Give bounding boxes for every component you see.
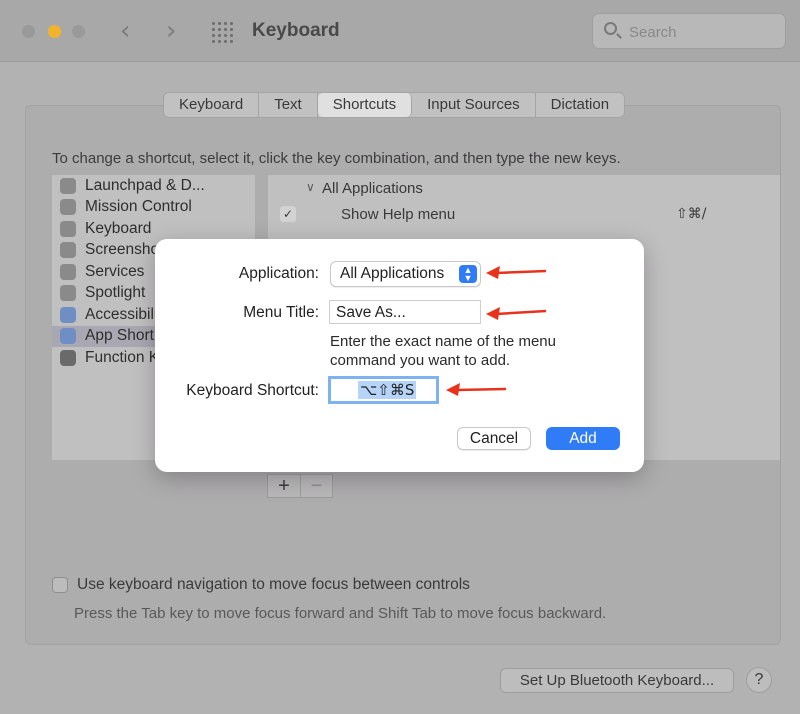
shortcut-group-label: All Applications [322, 180, 423, 197]
category-label: Function K [85, 349, 160, 366]
list-controls: + − [267, 474, 333, 498]
category-item-keyboard[interactable]: Keyboard [52, 219, 255, 240]
app-shortcuts-icon [60, 328, 76, 344]
shortcut-enabled-checkbox[interactable]: ✓ [280, 206, 296, 222]
annotation-arrow-application [486, 266, 547, 279]
add-shortcut-button[interactable]: + [268, 475, 300, 497]
tab-dictation[interactable]: Dictation [536, 93, 624, 117]
search-field[interactable]: Search [592, 13, 786, 49]
category-label: Mission Control [85, 198, 192, 215]
menu-title-hint: Enter the exact name of the menu command… [330, 333, 556, 369]
category-item-launchpad[interactable]: Launchpad & D... [52, 176, 255, 197]
minimize-window-button[interactable] [48, 25, 61, 38]
category-label: Accessibili [85, 306, 158, 323]
tab-bar: Keyboard Text Shortcuts Input Sources Di… [163, 92, 626, 118]
keyboard-navigation-checkbox[interactable] [52, 577, 68, 593]
category-label: Keyboard [85, 220, 152, 237]
keyboard-shortcut-label: Keyboard Shortcut: [186, 382, 319, 399]
zoom-window-button[interactable] [72, 25, 85, 38]
category-label: App Short [85, 327, 154, 344]
instructions-text: To change a shortcut, select it, click t… [52, 150, 621, 167]
add-shortcut-dialog: Application: All Applications ▲ ▼ Menu Ti… [155, 239, 644, 472]
window-title: Keyboard [252, 20, 340, 41]
popup-stepper-icon: ▲ ▼ [459, 265, 477, 283]
disclosure-chevron-icon[interactable]: ∨ [306, 180, 315, 194]
remove-shortcut-button[interactable]: − [299, 475, 332, 497]
menu-title-value: Save As... [336, 304, 406, 321]
application-value: All Applications [340, 265, 445, 282]
show-all-grid-icon[interactable] [212, 22, 233, 43]
annotation-arrow-menu-title [486, 307, 547, 320]
annotation-arrow-shortcut [446, 383, 507, 396]
close-window-button[interactable] [22, 25, 35, 38]
fn-icon [60, 350, 76, 366]
help-button[interactable]: ? [746, 667, 772, 693]
category-item-mission-control[interactable]: Mission Control [52, 197, 255, 218]
keyboard-navigation-label[interactable]: Use keyboard navigation to move focus be… [77, 576, 470, 594]
tab-shortcuts[interactable]: Shortcuts [317, 93, 413, 117]
search-placeholder: Search [629, 24, 677, 41]
mission-control-icon [60, 199, 76, 215]
setup-bluetooth-keyboard-button[interactable]: Set Up Bluetooth Keyboard... [500, 668, 734, 693]
screenshot-icon [60, 242, 76, 258]
menu-title-label: Menu Title: [243, 304, 319, 321]
tab-input-sources[interactable]: Input Sources [412, 93, 536, 117]
application-label: Application: [238, 265, 319, 282]
shortcut-item-keys[interactable]: ⇧⌘/ [676, 206, 706, 222]
add-button[interactable]: Add [546, 427, 620, 450]
category-label: Spotlight [85, 284, 146, 301]
back-icon[interactable]: ‹ [120, 16, 130, 46]
shortcut-item-label[interactable]: Show Help menu [341, 206, 455, 223]
magnifier-icon [60, 285, 76, 301]
launchpad-icon [60, 178, 76, 194]
category-label: Services [85, 263, 145, 280]
forward-icon[interactable]: › [166, 16, 176, 46]
tab-keyboard[interactable]: Keyboard [164, 93, 260, 117]
category-label: Screensho [85, 241, 160, 258]
cancel-button[interactable]: Cancel [457, 427, 531, 450]
keyboard-shortcut-value: ⌥⇧⌘S [358, 381, 417, 399]
category-label: Launchpad & D... [85, 177, 205, 194]
gear-icon [60, 264, 76, 280]
application-select[interactable]: All Applications ▲ ▼ [330, 261, 481, 287]
keyboard-shortcut-field[interactable]: ⌥⇧⌘S [328, 376, 439, 404]
tab-text[interactable]: Text [259, 93, 318, 117]
title-bar: ‹ › Keyboard Search [0, 0, 800, 62]
menu-title-input[interactable]: Save As... [329, 300, 481, 324]
keyboard-icon [60, 221, 76, 237]
keyboard-navigation-description: Press the Tab key to move focus forward … [74, 605, 607, 622]
accessibility-icon [60, 307, 76, 323]
search-icon [604, 22, 617, 35]
